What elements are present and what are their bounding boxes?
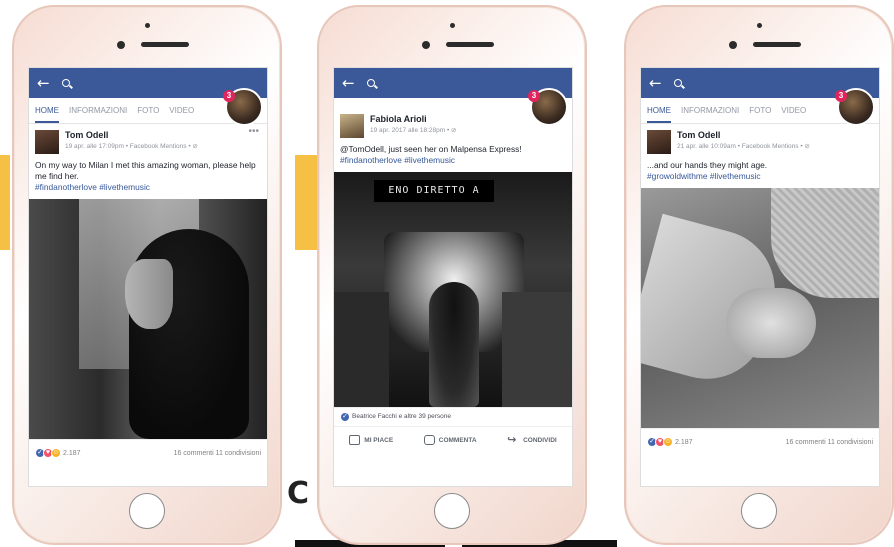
proximity-sensor [117,41,125,49]
speaker [446,42,494,47]
search-icon[interactable] [61,79,70,87]
reaction-icons[interactable]: ✓ ♥ ☺ [35,448,61,459]
phone-3: ← 3 HOME INFORMAZIONI FOTO VIDEO Tom Ode… [624,5,894,545]
back-arrow-icon[interactable]: ← [37,74,50,92]
author-avatar[interactable] [340,114,364,138]
more-options-icon[interactable]: ••• [248,126,259,137]
post-hashtags[interactable]: #growoldwithme #livethemusic [647,171,761,181]
decor-yellow-left [0,155,10,250]
reaction-icons[interactable]: ✓ ♥ ☺ [647,437,673,448]
post-body: ...and our hands they might age. [647,160,768,170]
like-reaction-icon: ✓ [340,411,350,422]
share-button[interactable]: CONDIVIDI [507,435,557,445]
post-hashtags[interactable]: #findanotherlove #livethemusic [340,155,455,165]
notification-badge: 3 [835,90,847,102]
search-icon[interactable] [673,79,682,87]
post-photo[interactable] [29,198,267,439]
reaction-count[interactable]: 2.187 [675,439,693,446]
post-text: @TomOdell, just seen her on Malpensa Exp… [334,140,572,172]
post-text: On my way to Milan I met this amazing wo… [29,156,267,199]
like-button[interactable]: MI PIACE [349,435,394,446]
author-name[interactable]: Fabiola Arioli [370,114,457,124]
photo-seat-right [502,291,572,407]
comment-button[interactable]: COMMENTA [423,435,477,446]
tab-informazioni[interactable]: INFORMAZIONI [681,106,739,115]
photo-train-sign: ENO DIRETTO A [374,179,494,202]
post-text: ...and our hands they might age. #growol… [641,156,879,188]
home-button[interactable] [434,493,470,529]
post-header: Tom Odell 19 apr. alle 17:09pm • Faceboo… [29,124,267,156]
thumbs-up-icon [349,435,361,446]
comments-shares-count[interactable]: 16 commenti 11 condivisioni [174,450,261,457]
photo-sleeve [771,187,879,298]
tab-home[interactable]: HOME [647,99,671,123]
comments-shares-count[interactable]: 16 commenti 11 condivisioni [786,439,873,446]
post-header: Tom Odell 21 apr. alle 10:09am • Faceboo… [641,124,879,156]
post-hashtags[interactable]: #findanotherlove #livethemusic [35,182,150,192]
screen: ← 3 HOME INFORMAZIONI FOTO VIDEO Tom Ode… [640,67,880,487]
screen: ← 3 HOME INFORMAZIONI FOTO VIDEO Tom Ode… [28,67,268,487]
back-arrow-icon[interactable]: ← [649,74,662,92]
tab-foto[interactable]: FOTO [137,106,159,115]
photo-subject-face [125,258,173,329]
share-icon [507,435,519,445]
stage: C ← 3 HOME INFORMAZIONI FOTO VIDEO Tom O… [0,0,894,547]
reaction-bar: ✓ ♥ ☺ 2.187 16 commenti 11 condivisioni [641,427,879,456]
author-name[interactable]: Tom Odell [677,130,810,140]
haha-reaction-icon: ☺ [663,437,673,448]
notification-badge: 3 [223,90,235,102]
liked-by-row[interactable]: ✓ Beatrice Facchi e altre 39 persone [334,406,572,426]
camera [757,23,762,28]
post-photo[interactable]: ENO DIRETTO A [334,171,572,407]
decor-c-glyph: C [287,476,310,511]
tab-home[interactable]: HOME [35,99,59,123]
haha-reaction-icon: ☺ [51,448,61,459]
comment-label: COMMENTA [438,436,477,444]
photo-subject [429,281,479,407]
author-avatar[interactable] [35,130,59,154]
share-label: CONDIVIDI [523,436,557,444]
proximity-sensor [422,41,430,49]
camera [145,23,150,28]
action-bar: MI PIACE COMMENTA CONDIVIDI [334,425,572,454]
tab-foto[interactable]: FOTO [749,106,771,115]
like-label: MI PIACE [364,436,394,444]
tab-video[interactable]: VIDEO [169,106,194,115]
author-name[interactable]: Tom Odell [65,130,198,140]
camera [450,23,455,28]
proximity-sensor [729,41,737,49]
phone-2: ← 3 Fabiola Arioli 19 apr. 2017 alle 18:… [317,5,587,545]
speaker [753,42,801,47]
photo-held-hands [726,287,816,358]
back-arrow-icon[interactable]: ← [342,74,355,92]
comment-icon [423,435,435,446]
photo-seat-left [334,291,389,407]
reaction-bar: ✓ ♥ ☺ 2.187 16 commenti 11 condivisioni [29,438,267,467]
phone-1: ← 3 HOME INFORMAZIONI FOTO VIDEO Tom Ode… [12,5,282,545]
search-icon[interactable] [366,79,375,87]
tab-video[interactable]: VIDEO [781,106,806,115]
tab-informazioni[interactable]: INFORMAZIONI [69,106,127,115]
post-meta: 19 apr. 2017 alle 18:28pm • ⊘ [370,127,457,134]
liked-by-text: Beatrice Facchi e altre 39 persone [352,413,451,421]
post-body: On my way to Milan I met this amazing wo… [35,160,256,181]
post-photo[interactable] [641,187,879,428]
post-body: @TomOdell, just seen her on Malpensa Exp… [340,144,522,154]
reaction-count[interactable]: 2.187 [63,450,81,457]
author-avatar[interactable] [647,130,671,154]
home-button[interactable] [741,493,777,529]
post-meta: 19 apr. alle 17:09pm • Facebook Mentions… [65,143,198,150]
speaker [141,42,189,47]
post-meta: 21 apr. alle 10:09am • Facebook Mentions… [677,143,810,150]
notification-badge: 3 [528,90,540,102]
home-button[interactable] [129,493,165,529]
screen: ← 3 Fabiola Arioli 19 apr. 2017 alle 18:… [333,67,573,487]
